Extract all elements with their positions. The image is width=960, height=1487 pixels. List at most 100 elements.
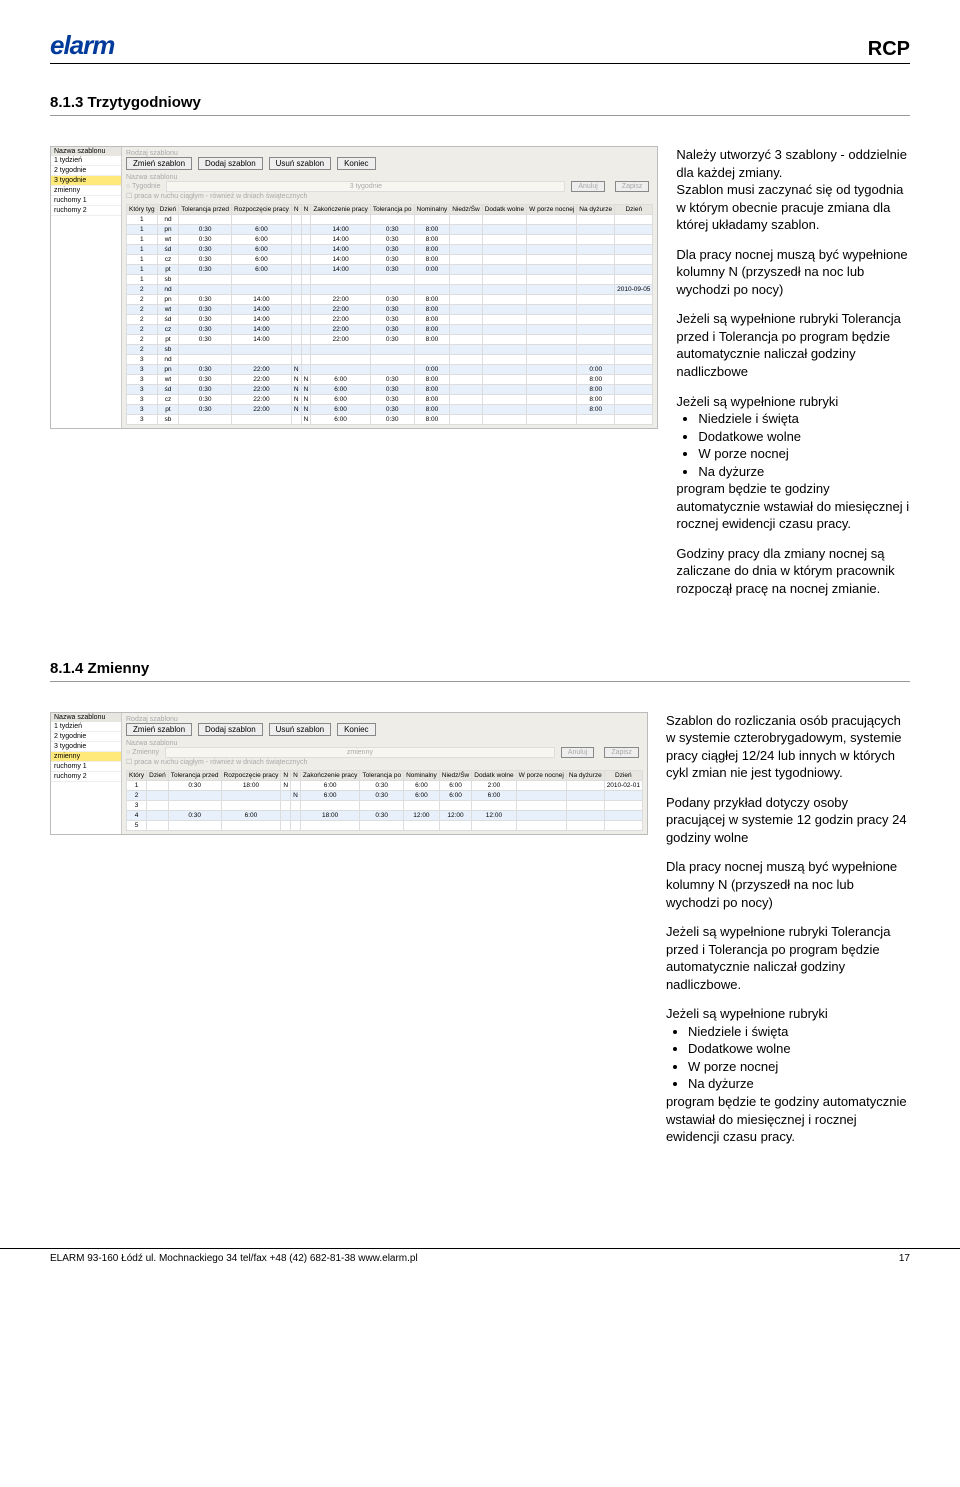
col-header: Na dyżurze (577, 205, 615, 215)
cell (147, 780, 169, 790)
col-header: Dzień (147, 770, 169, 780)
cell (291, 275, 301, 285)
cell (439, 820, 471, 830)
col-header: Rozpoczęcie pracy (221, 770, 281, 780)
cell: 3 (127, 385, 158, 395)
cell: 8:00 (577, 395, 615, 405)
cell (370, 275, 414, 285)
cell: 3 (127, 365, 158, 375)
cell: 8:00 (577, 405, 615, 415)
cell: 2010-09-05 (615, 285, 653, 295)
zmien-button[interactable]: Zmień szablon (126, 723, 192, 736)
cell (527, 245, 577, 255)
cell: 0:30 (370, 375, 414, 385)
cell (360, 820, 404, 830)
cell: 3 (127, 355, 158, 365)
cell: 2 (127, 305, 158, 315)
cell (301, 225, 311, 235)
cell: 0:30 (360, 780, 404, 790)
cell (527, 375, 577, 385)
list-item[interactable]: 2 tygodnie (51, 732, 121, 742)
cell (577, 285, 615, 295)
cell (301, 235, 311, 245)
cell (179, 415, 232, 425)
list-item[interactable]: ruchomy 2 (51, 206, 121, 216)
koniec-button[interactable]: Koniec (337, 723, 375, 736)
cell: 0:30 (179, 405, 232, 415)
list-item[interactable]: 3 tygodnie (51, 742, 121, 752)
cell (291, 255, 301, 265)
cell: nd (157, 355, 179, 365)
bullet: Dodatkowe wolne (688, 1040, 910, 1058)
cell: 22:00 (231, 385, 291, 395)
header-rcp: RCP (868, 38, 910, 61)
screenshot-1: Nazwa szablonu 1 tydzień 2 tygodnie 3 ty… (50, 146, 658, 429)
cell: 2 (127, 285, 158, 295)
cell (615, 355, 653, 365)
cell (450, 365, 482, 375)
cell (566, 780, 604, 790)
para: Szablon do rozliczania osób pracujących … (666, 712, 910, 782)
cell: 22:00 (231, 375, 291, 385)
cell: 22:00 (311, 325, 371, 335)
cell (414, 355, 450, 365)
para: Jeżeli są wypełnione rubryki Tolerancja … (666, 923, 910, 993)
bullet: Na dyżurze (698, 463, 910, 481)
cell: 2 (127, 790, 147, 800)
cell (439, 800, 471, 810)
cell (301, 305, 311, 315)
cell: 3 (127, 405, 158, 415)
cell (301, 315, 311, 325)
cell: pt (157, 335, 179, 345)
list-item-selected[interactable]: 3 tygodnie (51, 176, 121, 186)
col-header: N (291, 770, 301, 780)
list-item[interactable]: ruchomy 1 (51, 762, 121, 772)
usun-button[interactable]: Usuń szablon (269, 157, 331, 170)
list-item[interactable]: ruchomy 1 (51, 196, 121, 206)
cell (450, 345, 482, 355)
cell: 12:00 (404, 810, 440, 820)
para: Dla pracy nocnej muszą być wypełnione ko… (676, 246, 910, 299)
list-item[interactable]: zmienny (51, 186, 121, 196)
col-header: Rozpoczęcie pracy (231, 205, 291, 215)
cell (482, 415, 526, 425)
bullet: W porze nocnej (698, 445, 910, 463)
cell (527, 295, 577, 305)
bullet: W porze nocnej (688, 1058, 910, 1076)
cell (311, 215, 371, 225)
list-item[interactable]: 1 tydzień (51, 156, 121, 166)
cell (370, 365, 414, 375)
dodaj-button[interactable]: Dodaj szablon (198, 157, 263, 170)
cell (291, 265, 301, 275)
list-item[interactable]: 2 tygodnie (51, 166, 121, 176)
dodaj-button[interactable]: Dodaj szablon (198, 723, 263, 736)
cell: 6:00 (439, 780, 471, 790)
cell: 0:00 (414, 365, 450, 375)
cell: 14:00 (231, 325, 291, 335)
cell: 0:30 (370, 255, 414, 265)
list-item[interactable]: 1 tydzień (51, 722, 121, 732)
para: Jeżeli są wypełnione rubryki (676, 393, 910, 411)
cell: 3 (127, 800, 147, 810)
zmien-button[interactable]: Zmień szablon (126, 157, 192, 170)
list-item-selected[interactable]: zmienny (51, 752, 121, 762)
cell: 6:00 (231, 265, 291, 275)
cell (301, 285, 311, 295)
list-item[interactable]: ruchomy 2 (51, 772, 121, 782)
cell (615, 255, 653, 265)
cell (301, 325, 311, 335)
cell: 0:30 (370, 225, 414, 235)
table-row: 3 (127, 800, 643, 810)
koniec-button[interactable]: Koniec (337, 157, 375, 170)
table-row: 1pn0:306:0014:000:308:00 (127, 225, 653, 235)
cell (168, 800, 221, 810)
cell: pt (157, 265, 179, 275)
cell: 6:00 (404, 790, 440, 800)
cell: pn (157, 225, 179, 235)
usun-button[interactable]: Usuń szablon (269, 723, 331, 736)
cell (370, 355, 414, 365)
schedule-table-1: Który tygDzieńTolerancja przedRozpoczęci… (126, 204, 653, 425)
radio-tygodnie: ○ Tygodnie (126, 183, 160, 190)
cell: 14:00 (311, 265, 371, 275)
cell (527, 365, 577, 375)
